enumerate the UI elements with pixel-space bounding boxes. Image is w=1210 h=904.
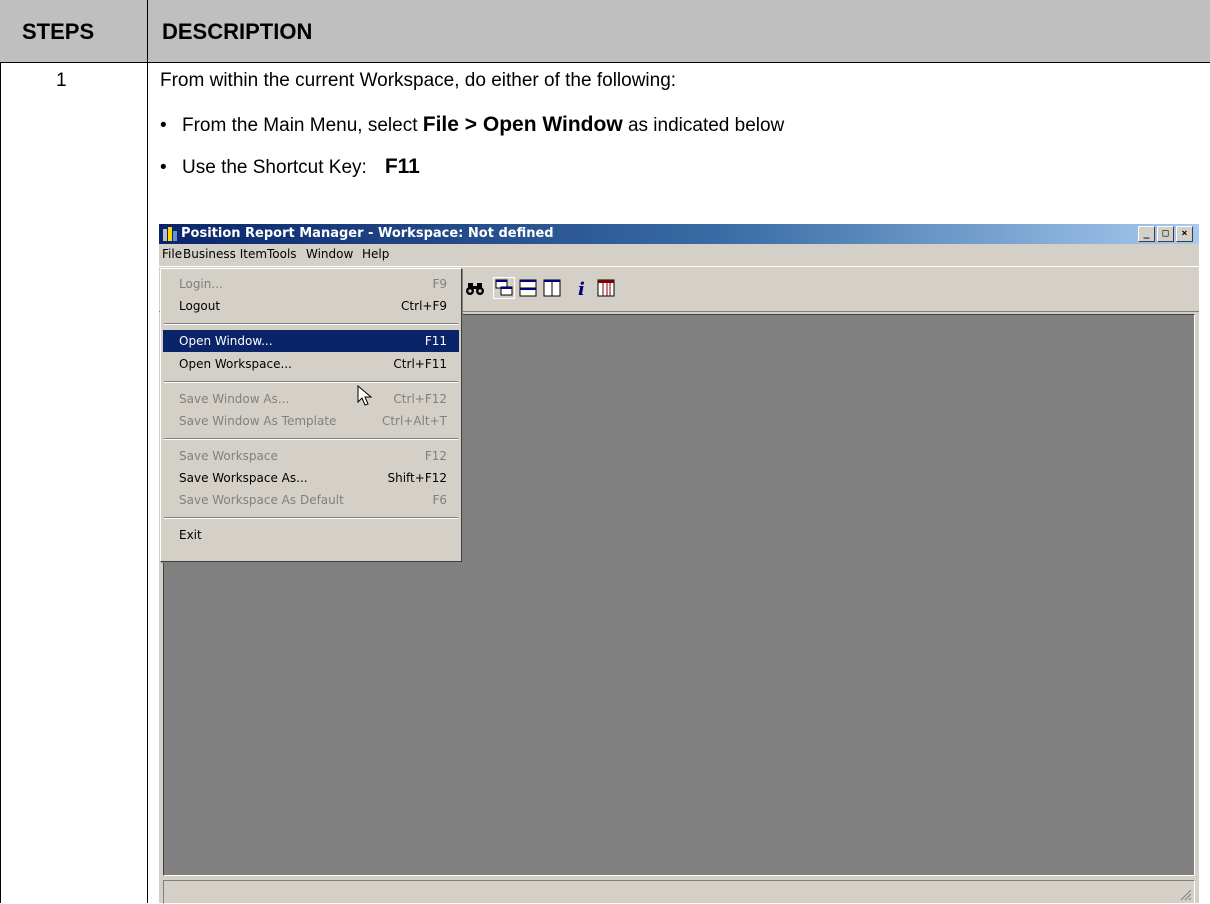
bullet1-bold: File > Open Window bbox=[422, 113, 623, 136]
menu-item-save-workspace[interactable]: Save Workspace F12 bbox=[163, 445, 459, 467]
menu-item-save-workspace-as-default[interactable]: Save Workspace As Default F6 bbox=[163, 489, 459, 511]
bullet-dot: • bbox=[160, 157, 167, 178]
menu-file[interactable]: File bbox=[162, 247, 182, 261]
menu-item-login[interactable]: Login... F9 bbox=[163, 273, 459, 295]
mouse-cursor-icon bbox=[357, 385, 373, 406]
info-icon[interactable]: i bbox=[571, 277, 593, 299]
header-description: DESCRIPTION bbox=[162, 19, 313, 44]
menu-item-shortcut: F11 bbox=[424, 334, 447, 348]
header-steps: STEPS bbox=[22, 19, 95, 44]
menu-separator bbox=[164, 323, 458, 325]
menu-item-label: Save Window As... bbox=[179, 392, 290, 406]
menu-item-shortcut: Ctrl+F12 bbox=[393, 392, 447, 406]
menu-item-save-window-as[interactable]: Save Window As... Ctrl+F12 bbox=[163, 388, 459, 410]
bullet1-prefix: From the Main Menu, select bbox=[182, 115, 423, 136]
menu-item-save-window-as-template[interactable]: Save Window As Template Ctrl+Alt+T bbox=[163, 410, 459, 432]
bullet-dot: • bbox=[160, 115, 167, 136]
menu-item-label: Save Window As Template bbox=[179, 414, 337, 428]
find-binoculars-icon[interactable] bbox=[464, 277, 486, 299]
svg-text:i: i bbox=[578, 279, 585, 299]
resize-grip-icon[interactable] bbox=[1180, 889, 1192, 901]
menu-tools[interactable]: Tools bbox=[267, 247, 297, 261]
menu-item-label: Save Workspace As Default bbox=[179, 493, 344, 507]
menu-separator bbox=[164, 517, 458, 519]
menu-item-shortcut: Ctrl+Alt+T bbox=[381, 414, 447, 428]
menu-bar: File Business Item Tools Window Help bbox=[159, 244, 1199, 264]
menu-item-shortcut: Shift+F12 bbox=[387, 471, 447, 485]
maximize-button[interactable]: □ bbox=[1157, 226, 1174, 242]
window-controls: _ □ × bbox=[1138, 226, 1193, 242]
tile-horizontal-icon[interactable] bbox=[517, 277, 539, 299]
menu-item-label: Open Window... bbox=[179, 334, 273, 348]
table-border-left bbox=[0, 0, 1, 903]
window-title: Position Report Manager - Workspace: Not… bbox=[181, 226, 554, 241]
title-bar: Position Report Manager - Workspace: Not… bbox=[159, 224, 1199, 244]
bullet1-suffix: as indicated below bbox=[622, 115, 785, 136]
menu-item-shortcut: F12 bbox=[424, 449, 447, 463]
header-steps-cell: STEPS bbox=[0, 0, 148, 63]
menu-item-label: Logout bbox=[179, 299, 221, 313]
column-divider bbox=[147, 0, 148, 903]
menu-item-save-workspace-as[interactable]: Save Workspace As... Shift+F12 bbox=[163, 467, 459, 489]
tile-vertical-icon[interactable] bbox=[541, 277, 563, 299]
menu-item-open-workspace[interactable]: Open Workspace... Ctrl+F11 bbox=[163, 353, 459, 375]
menu-separator bbox=[164, 381, 458, 383]
bullet-main-menu: • From the Main Menu, select File > Open … bbox=[160, 113, 784, 137]
menu-item-shortcut: F6 bbox=[432, 493, 447, 507]
step-number: 1 bbox=[56, 70, 67, 91]
menu-business-item[interactable]: Business Item bbox=[183, 247, 267, 261]
menu-item-label: Exit bbox=[179, 528, 202, 542]
instruction-table: STEPS DESCRIPTION 1 From within the curr… bbox=[0, 0, 1210, 904]
header-description-cell: DESCRIPTION bbox=[148, 0, 1210, 63]
menu-help[interactable]: Help bbox=[362, 247, 389, 261]
menu-separator bbox=[164, 438, 458, 440]
columns-icon[interactable] bbox=[595, 277, 617, 299]
menu-item-label: Open Workspace... bbox=[179, 357, 292, 371]
bullet2-bold: F11 bbox=[384, 155, 420, 178]
menu-item-logout[interactable]: Logout Ctrl+F9 bbox=[163, 295, 459, 317]
menu-item-exit[interactable]: Exit bbox=[163, 524, 459, 546]
menu-window[interactable]: Window bbox=[306, 247, 353, 261]
menu-item-label: Save Workspace As... bbox=[179, 471, 308, 485]
cascade-windows-icon[interactable] bbox=[493, 277, 515, 299]
step-intro: From within the current Workspace, do ei… bbox=[160, 70, 677, 91]
status-bar bbox=[163, 880, 1195, 904]
menu-item-open-window[interactable]: Open Window... F11 bbox=[163, 330, 459, 352]
menu-item-label: Login... bbox=[179, 277, 223, 291]
menu-item-label: Save Workspace bbox=[179, 449, 278, 463]
menu-item-shortcut: Ctrl+F9 bbox=[401, 299, 447, 313]
minimize-button[interactable]: _ bbox=[1138, 226, 1155, 242]
menu-item-shortcut: F9 bbox=[432, 277, 447, 291]
bullet-shortcut: • Use the Shortcut Key: F11 bbox=[160, 155, 420, 179]
bullet2-prefix: Use the Shortcut Key: bbox=[182, 157, 367, 178]
app-logo-icon bbox=[163, 227, 177, 241]
file-menu-dropdown: Login... F9 Logout Ctrl+F9 Open Window..… bbox=[160, 268, 462, 562]
menu-item-shortcut: Ctrl+F11 bbox=[393, 357, 447, 371]
close-button[interactable]: × bbox=[1176, 226, 1193, 242]
